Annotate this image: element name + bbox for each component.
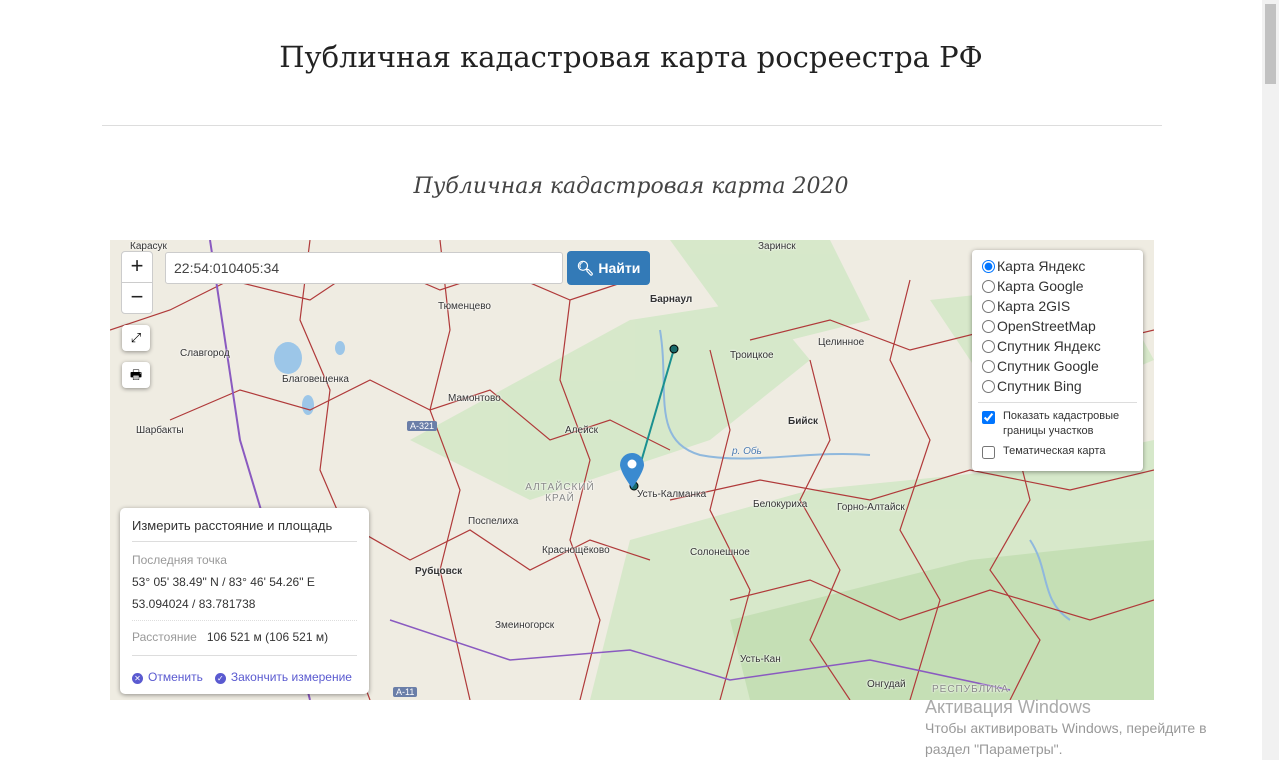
location-marker-icon [620,453,644,488]
cadastral-search-input[interactable] [165,252,563,284]
thematic-toggle[interactable]: Тематическая карта [972,444,1143,459]
map-label: Шарбакты [136,425,184,436]
map-label: Бийск [788,416,819,427]
map-label: Тюменцево [438,301,491,312]
map-label: Змеиногорск [495,620,555,631]
divider [102,125,1162,126]
find-button[interactable]: 🔍︎ Найти [567,251,650,285]
map-label: АЛТАЙСКИЙ КРАЙ [525,482,595,504]
layer-option[interactable]: Карта Google [972,276,1143,296]
print-icon: 🖶 [129,367,143,382]
coords-decimal: 53.094024 / 83.781738 [132,597,256,611]
layer-option[interactable]: Спутник Яндекс [972,336,1143,356]
page-title: Публичная кадастровая карта росреестра Р… [279,40,983,74]
map-label: Троицкое [730,350,774,361]
distance-value: 106 521 м (106 521 м) [206,630,329,644]
cadastral-map[interactable]: Карасук Тюменцево Барнаул Заринск Славго… [110,240,1154,700]
map-heading: Публичная кадастровая карта 2020 [413,174,849,199]
cancel-measure-button[interactable]: ✕ Отменить [132,670,203,684]
last-point-label: Последняя точка [132,553,227,567]
map-label: РЕСПУБЛИКА [932,684,1009,695]
scrollbar-thumb[interactable] [1265,4,1276,84]
map-label: Рубцовск [415,566,463,577]
search-icon: 🔍︎ [576,260,595,276]
map-label: Солонешное [690,547,750,558]
map-label: Усть-Калманка [637,489,707,500]
map-label: Краснощёково [542,545,610,556]
layer-switcher: Карта Яндекс Карта Google Карта 2GIS Ope… [972,250,1143,471]
layer-option[interactable]: Карта Яндекс [972,256,1143,276]
map-label: Мамонтово [448,393,501,404]
map-label: Славгород [180,348,230,359]
close-icon: ✕ [132,673,143,684]
watermark-text: Чтобы активировать Windows, перейдите в … [925,720,1207,757]
windows-activation-watermark: Активация Windows Чтобы активировать Win… [925,697,1235,760]
distance-label: Расстояние [132,630,197,644]
zoom-out-button[interactable]: − [121,282,153,314]
layer-option[interactable]: Спутник Google [972,356,1143,376]
layer-option[interactable]: Карта 2GIS [972,296,1143,316]
map-label: Алейск [565,425,599,436]
cadastral-toggle[interactable]: Показать кадастровые границы участков [972,409,1143,439]
layer-option[interactable]: Спутник Bing [972,376,1143,396]
map-label: Благовещенка [282,374,349,385]
layer-option[interactable]: OpenStreetMap [972,316,1143,336]
map-label: р. Обь [732,446,762,457]
watermark-title: Активация Windows [925,697,1091,717]
map-label: Барнаул [650,294,693,305]
check-icon: ✓ [214,673,226,684]
measure-title: Измерить расстояние и площадь [132,508,357,542]
scrollbar[interactable] [1262,0,1279,760]
map-label: Белокуриха [753,499,808,510]
map-label: Усть-Кан [740,654,781,665]
coords-dms: 53° 05' 38.49" N / 83° 46' 54.26" E [132,575,315,589]
road-label: A-11 [393,687,418,697]
expand-icon: ⤢ [130,330,142,345]
finish-measure-button[interactable]: ✓ Закончить измерение [214,670,352,684]
measure-point [669,344,679,354]
map-label: Заринск [758,241,796,252]
measure-panel: Измерить расстояние и площадь Последняя … [120,508,369,694]
divider [978,402,1137,403]
print-button[interactable]: 🖶 [122,362,150,388]
road-label: A-321 [407,421,438,431]
map-label: Онгудай [867,679,906,690]
map-label: Поспелиха [468,516,519,527]
fullscreen-button[interactable]: ⤢ [122,325,150,351]
zoom-in-button[interactable]: + [121,251,153,283]
map-label: Целинное [818,337,865,348]
map-label: Горно-Алтайск [837,502,905,513]
